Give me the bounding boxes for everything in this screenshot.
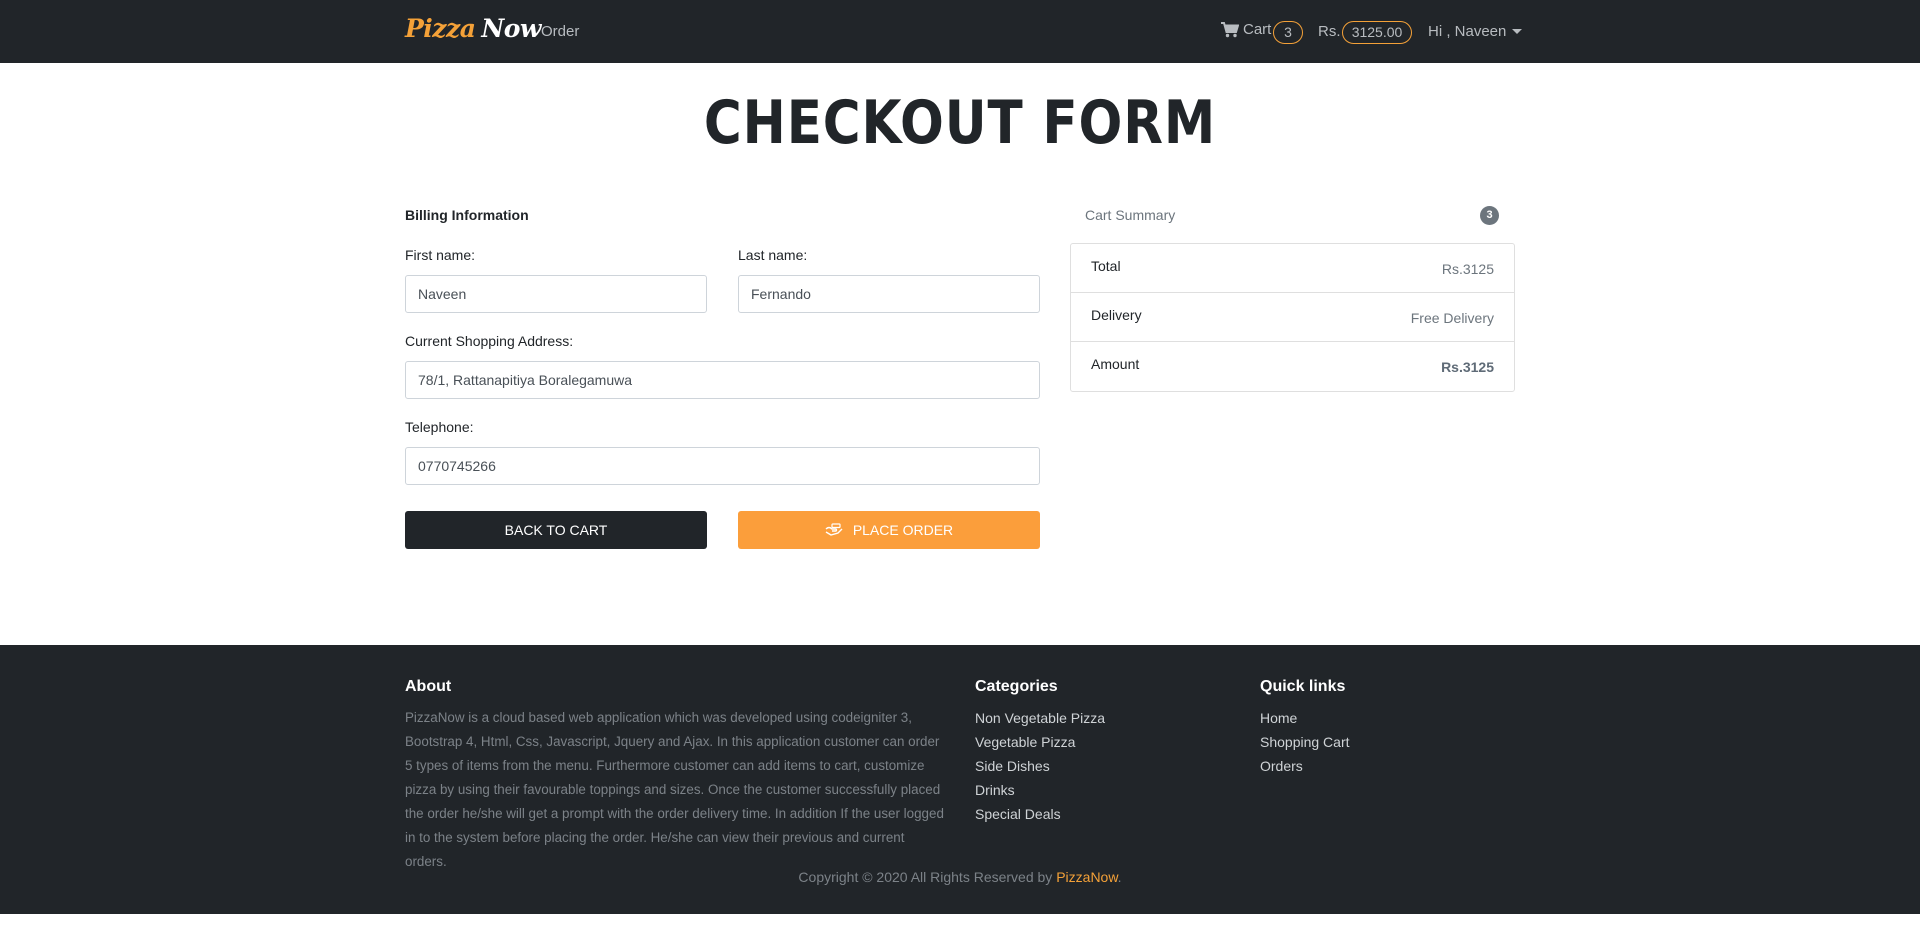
summary-total-value: Rs.3125 (1441, 261, 1494, 277)
footer-quicklink[interactable]: Home (1260, 706, 1350, 730)
last-name-field[interactable]: Fernando (738, 275, 1040, 313)
summary-delivery-value: Free Delivery (1410, 310, 1494, 326)
place-order-label: PLACE ORDER (852, 522, 954, 538)
summary-row-total: Total Rs.3125 (1071, 244, 1514, 293)
cart-total-badge: 3125.00 (1342, 21, 1412, 44)
cart-summary-count-badge: 3 (1480, 206, 1499, 225)
copyright-brand-link[interactable]: PizzaNow (1056, 869, 1117, 885)
footer-category-link[interactable]: Special Deals (975, 802, 1105, 826)
copyright-text: Copyright © 2020 All Rights Reserved by (798, 869, 1053, 885)
brand-logo-part2: Now (481, 14, 541, 43)
page-title: CHECKOUT FORM (703, 88, 1217, 158)
summary-delivery-label: Delivery (1091, 307, 1142, 323)
footer-quicklinks-list: Home Shopping Cart Orders (1260, 706, 1350, 778)
summary-amount-label: Amount (1091, 356, 1140, 372)
back-to-cart-button[interactable]: BACK TO CART (405, 511, 707, 549)
copyright-suffix: . (1117, 869, 1122, 885)
first-name-label: First name: (405, 247, 476, 263)
top-navbar: Pizza Now Order Cart 3 Rs. 3125.00 Hi , N… (0, 0, 1920, 63)
currency-label: Rs. (1318, 23, 1341, 40)
user-dropdown[interactable]: Hi , Naveen (1428, 23, 1523, 40)
summary-amount-value: Rs.3125 (1441, 359, 1494, 375)
summary-total-label: Total (1091, 258, 1121, 274)
brand-logo[interactable]: Pizza Now (405, 14, 541, 43)
summary-row-amount: Amount Rs.3125 (1071, 342, 1514, 391)
nav-cart-label: Cart (1243, 21, 1272, 38)
footer-about-title: About (405, 678, 452, 695)
footer-category-link[interactable]: Drinks (975, 778, 1105, 802)
footer-category-link[interactable]: Side Dishes (975, 754, 1105, 778)
address-field[interactable]: 78/1, Rattanapitiya Boralegamuwa (405, 361, 1040, 399)
footer-about-text: PizzaNow is a cloud based web applicatio… (405, 710, 944, 869)
payment-icon (825, 523, 843, 536)
place-order-button[interactable]: PLACE ORDER (738, 511, 1040, 549)
footer-quicklinks-title: Quick links (1260, 678, 1346, 695)
footer-quicklink[interactable]: Shopping Cart (1260, 730, 1350, 754)
footer-category-link[interactable]: Non Vegetable Pizza (975, 706, 1105, 730)
shopping-cart-icon (1221, 21, 1239, 37)
first-name-field[interactable]: Naveen (405, 275, 707, 313)
telephone-label: Telephone: (405, 419, 474, 435)
nav-order-link[interactable]: Order (541, 23, 579, 40)
back-to-cart-label: BACK TO CART (504, 522, 608, 538)
footer-quicklink[interactable]: Orders (1260, 754, 1350, 778)
nav-cart-link[interactable]: Cart (1221, 21, 1271, 38)
brand-logo-part1: Pizza (405, 14, 476, 43)
billing-section-title: Billing Information (405, 207, 529, 223)
address-label: Current Shopping Address: (405, 333, 574, 349)
last-name-label: Last name: (738, 247, 808, 263)
cart-summary-title: Cart Summary (1085, 207, 1176, 223)
footer-categories-title: Categories (975, 678, 1058, 695)
summary-row-delivery: Delivery Free Delivery (1071, 293, 1514, 342)
page-footer: About PizzaNow is a cloud based web appl… (0, 645, 1920, 914)
footer-categories-list: Non Vegetable Pizza Vegetable Pizza Side… (975, 706, 1105, 826)
footer-copyright: Copyright © 2020 All Rights Reserved by … (0, 869, 1920, 885)
user-greeting: Hi , Naveen (1428, 23, 1507, 40)
cart-count-badge: 3 (1273, 21, 1303, 44)
cart-summary-list: Total Rs.3125 Delivery Free Delivery Amo… (1070, 243, 1515, 392)
telephone-field[interactable]: 0770745266 (405, 447, 1040, 485)
footer-category-link[interactable]: Vegetable Pizza (975, 730, 1105, 754)
chevron-down-icon (1512, 29, 1523, 34)
